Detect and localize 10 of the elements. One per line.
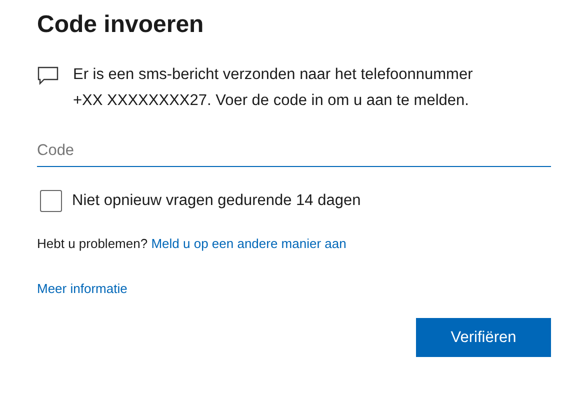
code-field[interactable]: Code: [37, 136, 551, 167]
verify-button[interactable]: Verifiëren: [416, 318, 551, 357]
page-title: Code invoeren: [37, 10, 205, 40]
alternate-sign-in-link[interactable]: Meld u op een andere manier aan: [151, 236, 346, 251]
remember-checkbox[interactable]: [40, 190, 62, 212]
speech-bubble-icon: [37, 66, 59, 86]
sms-message: Er is een sms-bericht verzonden naar het telefoonnummer +XX XXXXXXXX27. Voer de code in om u aan te melden.: [73, 65, 474, 111]
checkbox-label: Niet opnieuw vragen gedurende 14 dagen: [72, 192, 361, 210]
more-info-link[interactable]: Meer informatie: [37, 281, 128, 296]
trouble-text: Hebt u problemen?: [37, 236, 148, 251]
